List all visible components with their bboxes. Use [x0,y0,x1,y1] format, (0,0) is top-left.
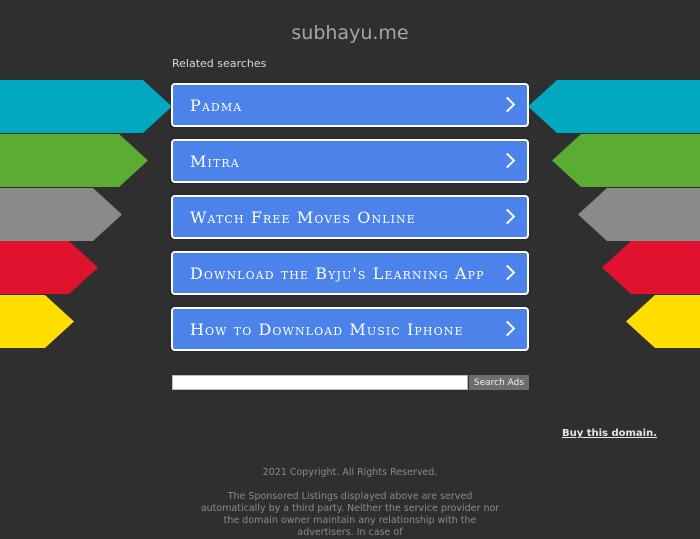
decorative-arrow-red-right [602,241,700,294]
chevron-right-icon [499,264,516,281]
related-search-label: Mitra [190,152,240,171]
related-search-link-padma[interactable]: Padma [171,83,529,127]
decorative-arrow-green-left [0,134,148,187]
related-search-label: Padma [190,96,243,115]
chevron-right-icon [499,208,516,225]
decorative-arrow-teal-right [528,80,700,133]
chevron-right-icon [499,152,516,169]
related-search-label: Download the Byju's Learning App [190,264,485,283]
chevron-right-icon [499,96,516,113]
copyright-text: 2021 Copyright. All Rights Reserved. [262,467,438,478]
related-search-link-mitra[interactable]: Mitra [171,139,529,183]
related-search-link-watch-free-moves-online[interactable]: Watch Free Moves Online [171,195,529,239]
disclaimer-text: The Sponsored Listings displayed above a… [200,491,500,538]
decorative-arrow-green-right [552,134,700,187]
chevron-right-icon [499,320,516,337]
related-search-label: How to Download Music Iphone [190,320,464,339]
related-search-label: Watch Free Moves Online [190,208,416,227]
decorative-arrow-yellow-right [626,295,700,348]
decorative-arrow-gray-left [0,188,122,241]
related-search-list: Padma Mitra Watch Free Moves Online Down… [171,83,529,363]
search-ads-button[interactable]: Search Ads [469,375,529,390]
decorative-arrow-gray-right [578,188,700,241]
site-title: subhayu.me [291,22,409,44]
search-bar: Search Ads [172,375,529,390]
search-input[interactable] [172,375,468,390]
decorative-arrow-red-left [0,241,98,294]
decorative-arrow-teal-left [0,80,172,133]
related-searches-heading: Related searches [172,57,267,70]
related-search-link-download-music-iphone[interactable]: How to Download Music Iphone [171,307,529,351]
buy-domain-link[interactable]: Buy this domain. [562,428,657,439]
related-search-link-download-byjus-app[interactable]: Download the Byju's Learning App [171,251,529,295]
decorative-arrow-yellow-left [0,295,74,348]
